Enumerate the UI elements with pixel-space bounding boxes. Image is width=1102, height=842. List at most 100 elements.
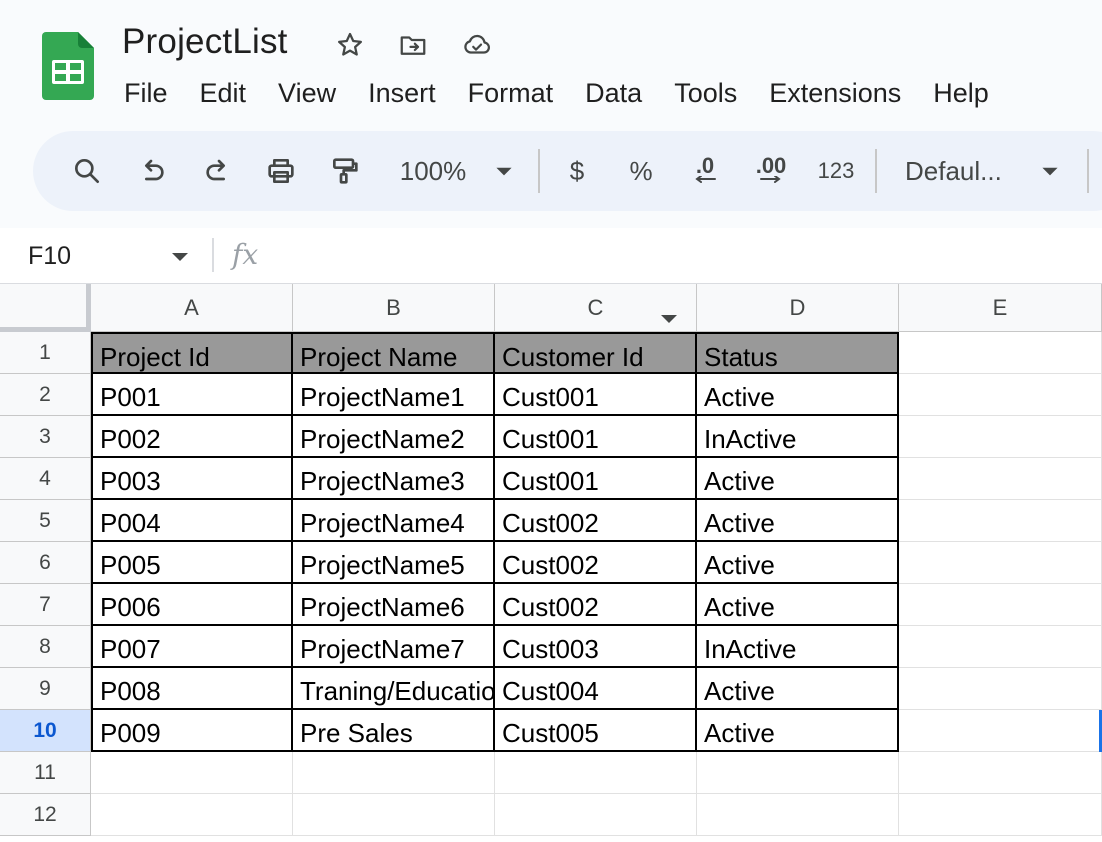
column-header-b[interactable]: B — [293, 284, 495, 332]
cell-c6[interactable]: Cust002 — [495, 542, 697, 584]
currency-format-button[interactable]: $ — [561, 151, 593, 191]
cell-c2[interactable]: Cust001 — [495, 374, 697, 416]
row-header-8[interactable]: 8 — [0, 626, 91, 668]
cell-e6[interactable] — [899, 542, 1102, 584]
cell-c10[interactable]: Cust005 — [495, 710, 697, 752]
cell-a8[interactable]: P007 — [91, 626, 293, 668]
menu-insert[interactable]: Insert — [352, 72, 452, 114]
cell-b5[interactable]: ProjectName4 — [293, 500, 495, 542]
cell-d9[interactable]: Active — [697, 668, 899, 710]
menu-help[interactable]: Help — [917, 72, 1005, 114]
more-formats-button[interactable]: 123 — [813, 151, 859, 191]
zoom-dropdown-caret-icon[interactable] — [491, 151, 517, 191]
menu-format[interactable]: Format — [452, 72, 570, 114]
cell-c12[interactable] — [495, 794, 697, 836]
menu-edit[interactable]: Edit — [184, 72, 263, 114]
cell-b4[interactable]: ProjectName3 — [293, 458, 495, 500]
cell-b6[interactable]: ProjectName5 — [293, 542, 495, 584]
cell-d5[interactable]: Active — [697, 500, 899, 542]
cell-b9[interactable]: Traning/Education — [293, 668, 495, 710]
name-box-caret-icon[interactable] — [170, 250, 190, 268]
cell-d2[interactable]: Active — [697, 374, 899, 416]
formula-input[interactable] — [290, 240, 1070, 272]
cell-c9[interactable]: Cust004 — [495, 668, 697, 710]
menu-data[interactable]: Data — [569, 72, 658, 114]
cell-a1[interactable]: Project Id — [91, 332, 293, 374]
cell-a2[interactable]: P001 — [91, 374, 293, 416]
menu-view[interactable]: View — [262, 72, 352, 114]
cell-a9[interactable]: P008 — [91, 668, 293, 710]
cell-b8[interactable]: ProjectName7 — [293, 626, 495, 668]
cell-d10[interactable]: Active — [697, 710, 899, 752]
increase-decimal-button[interactable]: .00 — [749, 151, 793, 191]
search-icon[interactable] — [67, 151, 107, 191]
cell-a6[interactable]: P005 — [91, 542, 293, 584]
document-title[interactable]: ProjectList — [122, 20, 288, 64]
cell-e11[interactable] — [899, 752, 1102, 794]
percent-format-button[interactable]: % — [625, 151, 657, 191]
menu-extensions[interactable]: Extensions — [753, 72, 917, 114]
cell-d12[interactable] — [697, 794, 899, 836]
select-all-corner[interactable] — [0, 284, 91, 332]
cell-e3[interactable] — [899, 416, 1102, 458]
cell-d4[interactable]: Active — [697, 458, 899, 500]
column-header-d[interactable]: D — [697, 284, 899, 332]
undo-icon[interactable] — [133, 151, 173, 191]
row-header-12[interactable]: 12 — [0, 794, 91, 836]
cell-c11[interactable] — [495, 752, 697, 794]
cloud-saved-icon[interactable] — [460, 28, 494, 62]
google-sheets-logo[interactable] — [42, 32, 94, 100]
cell-c3[interactable]: Cust001 — [495, 416, 697, 458]
zoom-value[interactable]: 100% — [393, 151, 473, 191]
cell-e4[interactable] — [899, 458, 1102, 500]
star-icon[interactable] — [333, 28, 367, 62]
cell-c1[interactable]: Customer Id — [495, 332, 697, 374]
cell-c8[interactable]: Cust003 — [495, 626, 697, 668]
cell-b2[interactable]: ProjectName1 — [293, 374, 495, 416]
cell-b12[interactable] — [293, 794, 495, 836]
cell-d8[interactable]: InActive — [697, 626, 899, 668]
cell-d7[interactable]: Active — [697, 584, 899, 626]
row-header-9[interactable]: 9 — [0, 668, 91, 710]
row-header-6[interactable]: 6 — [0, 542, 91, 584]
row-header-5[interactable]: 5 — [0, 500, 91, 542]
cell-a7[interactable]: P006 — [91, 584, 293, 626]
column-header-e[interactable]: E — [899, 284, 1102, 332]
row-header-10[interactable]: 10 — [0, 710, 91, 752]
menu-tools[interactable]: Tools — [658, 72, 753, 114]
paint-format-icon[interactable] — [325, 151, 365, 191]
cell-e10[interactable] — [899, 710, 1102, 752]
cell-a3[interactable]: P002 — [91, 416, 293, 458]
cell-e12[interactable] — [899, 794, 1102, 836]
cell-a11[interactable] — [91, 752, 293, 794]
move-to-folder-icon[interactable] — [396, 28, 430, 62]
font-dropdown-caret-icon[interactable] — [1037, 151, 1063, 191]
column-header-c[interactable]: C — [495, 284, 697, 332]
cell-a4[interactable]: P003 — [91, 458, 293, 500]
cell-c5[interactable]: Cust002 — [495, 500, 697, 542]
row-header-2[interactable]: 2 — [0, 374, 91, 416]
redo-icon[interactable] — [197, 151, 237, 191]
cell-e1[interactable] — [899, 332, 1102, 374]
cell-e5[interactable] — [899, 500, 1102, 542]
cell-d3[interactable]: InActive — [697, 416, 899, 458]
row-header-7[interactable]: 7 — [0, 584, 91, 626]
decrease-decimal-button[interactable]: .0 — [685, 151, 725, 191]
cell-d6[interactable]: Active — [697, 542, 899, 584]
cell-d1[interactable]: Status — [697, 332, 899, 374]
cell-b1[interactable]: Project Name — [293, 332, 495, 374]
cell-a12[interactable] — [91, 794, 293, 836]
cell-e2[interactable] — [899, 374, 1102, 416]
cell-e7[interactable] — [899, 584, 1102, 626]
cell-e8[interactable] — [899, 626, 1102, 668]
cell-a10[interactable]: P009 — [91, 710, 293, 752]
row-header-11[interactable]: 11 — [0, 752, 91, 794]
cell-b11[interactable] — [293, 752, 495, 794]
menu-file[interactable]: File — [108, 72, 184, 114]
cell-d11[interactable] — [697, 752, 899, 794]
print-icon[interactable] — [261, 151, 301, 191]
cell-c7[interactable]: Cust002 — [495, 584, 697, 626]
cell-b3[interactable]: ProjectName2 — [293, 416, 495, 458]
row-header-3[interactable]: 3 — [0, 416, 91, 458]
column-filter-caret-icon[interactable] — [660, 304, 678, 330]
